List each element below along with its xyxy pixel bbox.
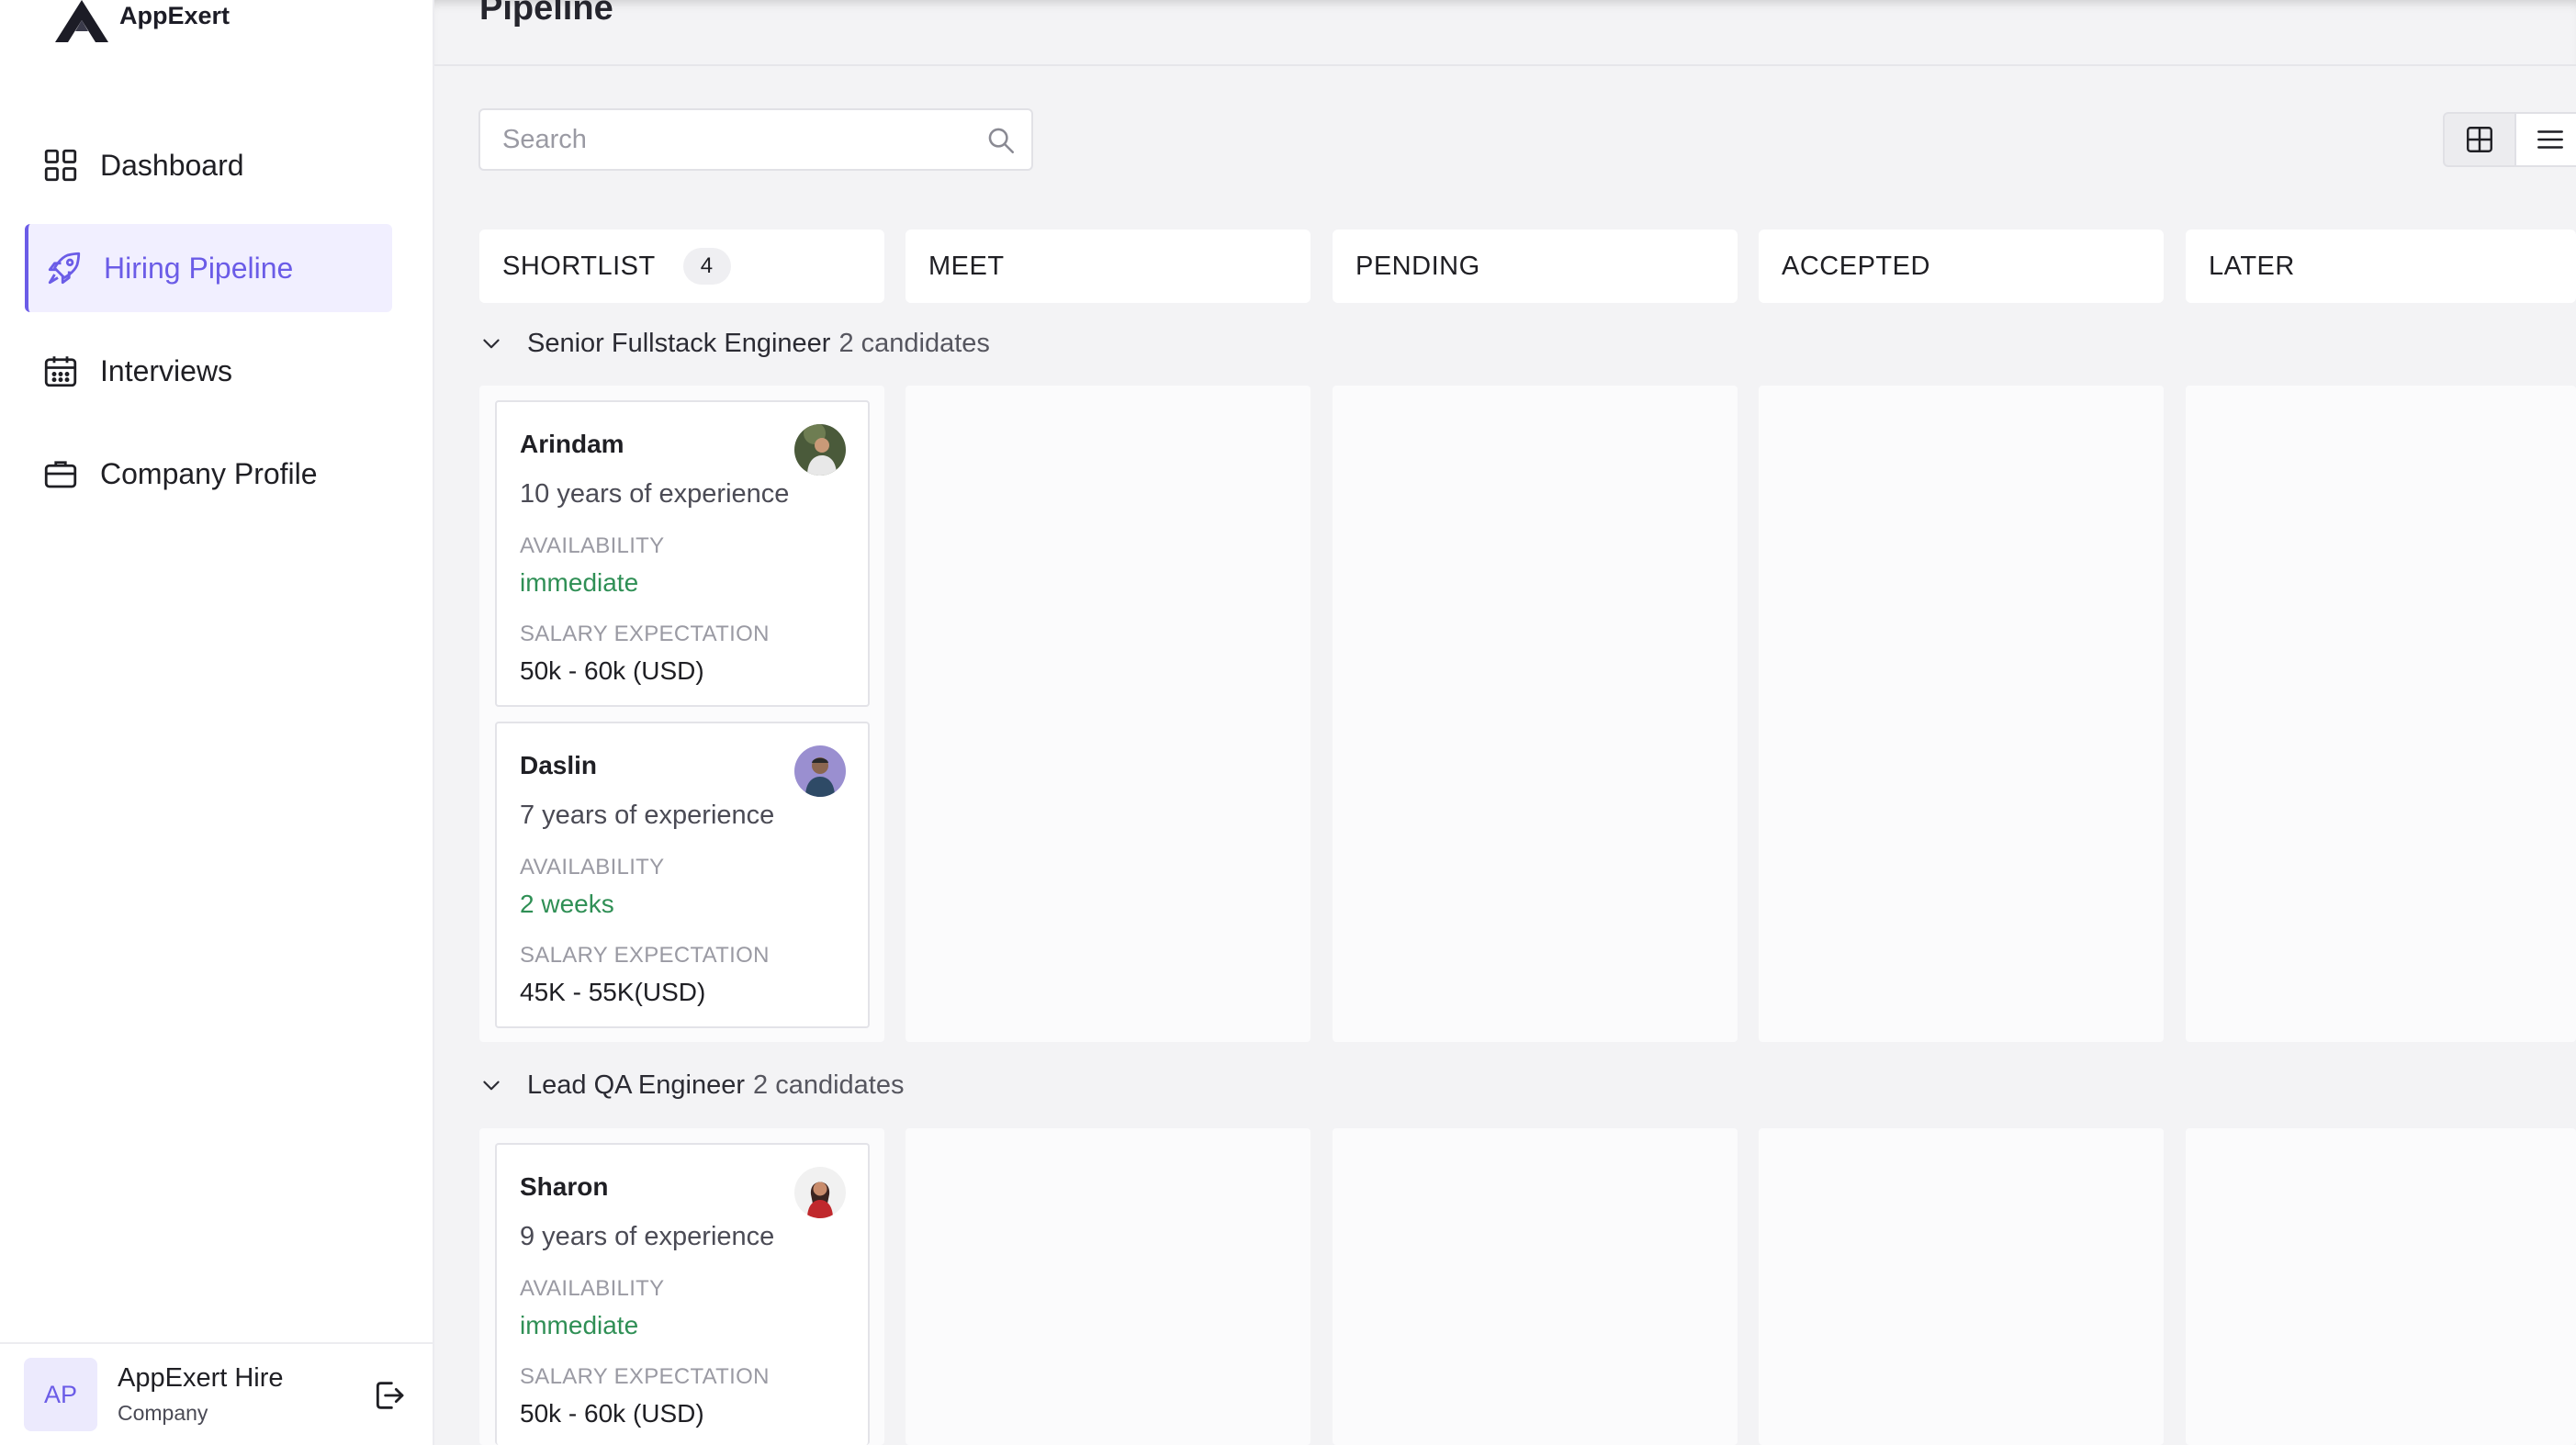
sidebar: AppExert Dashboard Hiring Pipeline Inter… <box>0 0 434 1445</box>
availability-value: immediate <box>520 1311 639 1339</box>
page-title: Pipeline <box>479 0 613 28</box>
rocket-icon <box>48 252 81 285</box>
sidebar-item-label: Dashboard <box>100 148 244 182</box>
salary-value: 50k - 60k (USD) <box>520 1399 704 1428</box>
sidebar-item-label: Interviews <box>100 353 233 387</box>
sidebar-item-company-profile[interactable]: Company Profile <box>25 430 392 518</box>
search-box <box>478 108 1033 171</box>
avatar[interactable]: AP <box>24 1358 97 1431</box>
sidebar-nav: Dashboard Hiring Pipeline Interviews Com… <box>25 121 392 532</box>
grid-icon <box>2467 127 2492 152</box>
search-input[interactable] <box>480 110 958 169</box>
lane-pending <box>1333 1128 1738 1445</box>
column-label: SHORTLIST <box>502 251 656 281</box>
dashboard-icon <box>44 149 77 182</box>
lane-accepted <box>1759 1128 2164 1445</box>
candidate-card[interactable]: Sharon 9 years of experience AVAILABILIT… <box>495 1143 870 1445</box>
group-count: 2 candidates <box>838 329 990 358</box>
column-label: LATER <box>2209 251 2295 281</box>
salary-value: 50k - 60k (USD) <box>520 656 704 685</box>
candidate-avatar <box>794 745 846 797</box>
account-name: AppExert Hire <box>118 1363 284 1393</box>
account-footer: AP AppExert Hire Company <box>0 1342 433 1445</box>
sidebar-item-interviews[interactable]: Interviews <box>25 327 392 415</box>
account-role: Company <box>118 1401 208 1425</box>
lane-meet <box>906 1128 1310 1445</box>
column-later[interactable]: LATER <box>2186 230 2576 303</box>
candidate-avatar <box>794 1167 846 1218</box>
group-title: Senior Fullstack Engineer <box>527 329 831 358</box>
candidate-experience: 10 years of experience <box>520 479 790 509</box>
availability-label: AVAILABILITY <box>520 533 665 558</box>
search-icon[interactable] <box>985 125 1017 156</box>
availability-value: immediate <box>520 568 639 597</box>
column-accepted[interactable]: ACCEPTED <box>1759 230 2164 303</box>
board-view-button[interactable] <box>2445 114 2514 165</box>
column-label: PENDING <box>1355 251 1480 281</box>
candidate-card[interactable]: Arindam 10 years of experience AVAILABIL… <box>495 400 870 707</box>
column-count-badge: 4 <box>682 248 731 285</box>
logout-icon[interactable] <box>370 1377 407 1414</box>
sidebar-item-dashboard[interactable]: Dashboard <box>25 121 392 209</box>
list-view-button[interactable] <box>2514 114 2576 165</box>
group-title: Lead QA Engineer <box>527 1070 746 1100</box>
group-header-senior-fullstack[interactable]: Senior Fullstack Engineer 2 candidates <box>479 329 990 359</box>
lane-pending <box>1333 386 1738 1042</box>
availability-label: AVAILABILITY <box>520 855 665 879</box>
sidebar-item-hiring-pipeline[interactable]: Hiring Pipeline <box>25 224 392 312</box>
list-icon <box>2537 130 2563 149</box>
availability-label: AVAILABILITY <box>520 1276 665 1301</box>
column-pending[interactable]: PENDING <box>1333 230 1738 303</box>
column-label: MEET <box>928 251 1005 281</box>
salary-label: SALARY EXPECTATION <box>520 1364 770 1389</box>
sidebar-item-label: Company Profile <box>100 456 318 490</box>
salary-label: SALARY EXPECTATION <box>520 622 770 646</box>
chevron-down-icon[interactable] <box>479 1074 503 1098</box>
logo-text: AppExert <box>119 1 231 29</box>
view-toggle <box>2443 112 2576 167</box>
column-label: ACCEPTED <box>1782 251 1930 281</box>
lane-later <box>2186 1128 2576 1445</box>
candidate-avatar <box>794 424 846 476</box>
column-meet[interactable]: MEET <box>906 230 1310 303</box>
salary-label: SALARY EXPECTATION <box>520 943 770 968</box>
availability-value: 2 weeks <box>520 890 614 918</box>
lane-accepted <box>1759 386 2164 1042</box>
briefcase-icon <box>44 461 77 488</box>
column-shortlist[interactable]: SHORTLIST 4 <box>479 230 884 303</box>
sidebar-item-label: Hiring Pipeline <box>104 251 294 285</box>
account-info: AppExert Hire Company <box>118 1363 284 1426</box>
salary-value: 45K - 55K(USD) <box>520 978 706 1006</box>
chevron-down-icon[interactable] <box>479 332 503 356</box>
candidate-experience: 9 years of experience <box>520 1222 775 1251</box>
group-header-lead-qa[interactable]: Lead QA Engineer 2 candidates <box>479 1070 904 1101</box>
candidate-card[interactable]: Daslin 7 years of experience AVAILABILIT… <box>495 722 870 1028</box>
group-count: 2 candidates <box>753 1070 905 1100</box>
top-header: Pipeline <box>434 0 2576 66</box>
calendar-icon <box>44 356 77 387</box>
candidate-experience: 7 years of experience <box>520 801 775 830</box>
logo-icon <box>55 0 108 42</box>
lane-later <box>2186 386 2576 1042</box>
app-logo[interactable]: AppExert <box>51 0 230 44</box>
lane-meet <box>906 386 1310 1042</box>
